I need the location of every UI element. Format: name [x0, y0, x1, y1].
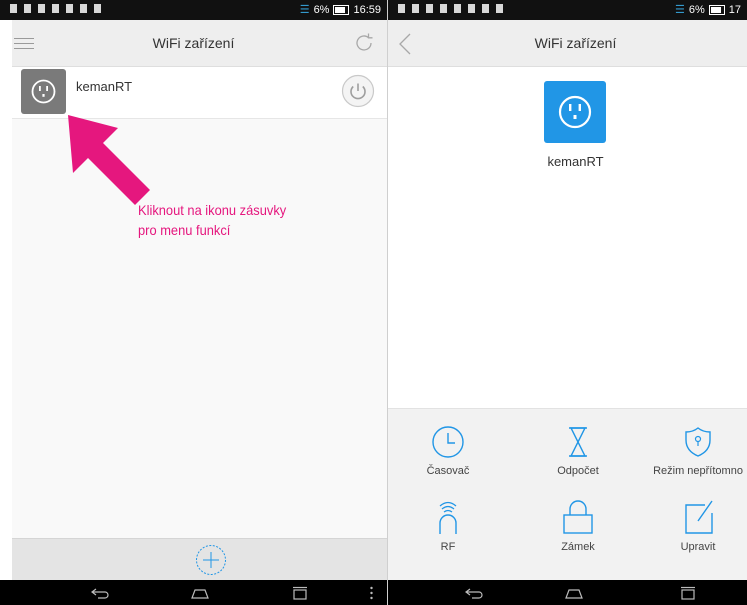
recents-nav-icon[interactable] — [678, 586, 698, 600]
status-time: 16:59 — [353, 3, 381, 16]
status-bar: ☰ 6% 17 — [388, 0, 747, 20]
device-detail-screen: ☰ 6% 17 WiFi zařízení kemanRT Časovač Od… — [388, 0, 747, 605]
rf-signal-icon — [439, 501, 457, 534]
status-time: 17 — [728, 3, 741, 16]
battery-icon — [333, 4, 350, 15]
edit-button[interactable]: Upravit — [638, 497, 747, 553]
battery-icon — [708, 4, 725, 15]
back-nav-icon[interactable] — [90, 586, 110, 600]
function-grid: Časovač Odpočet Režim nepřítomno RF Záme… — [388, 408, 747, 581]
countdown-label: Odpočet — [557, 465, 599, 477]
app-bar: WiFi zařízení — [0, 20, 387, 67]
hourglass-icon — [569, 427, 587, 457]
clock-icon — [432, 426, 464, 458]
away-mode-button[interactable]: Režim nepřítomno — [638, 425, 747, 477]
home-nav-icon[interactable] — [564, 586, 584, 600]
overflow-menu-icon[interactable] — [370, 586, 373, 600]
battery-percent: 6% — [688, 3, 705, 16]
annotation-line-2: pro menu funkcí — [138, 222, 231, 238]
annotation-arrow — [68, 115, 150, 205]
annotation-text: Kliknout na ikonu zásuvky pro menu funkc… — [138, 200, 331, 240]
countdown-button[interactable]: Odpočet — [518, 425, 638, 477]
bottom-bar — [12, 538, 387, 581]
app-bar: WiFi zařízení — [388, 20, 747, 67]
edit-icon — [685, 500, 713, 534]
battery-percent: 6% — [313, 3, 330, 16]
away-mode-label: Režim nepřítomno — [653, 465, 743, 477]
socket-icon[interactable] — [544, 81, 606, 143]
home-nav-icon[interactable] — [190, 586, 210, 600]
notification-icons — [398, 4, 503, 13]
page-title: WiFi zařízení — [534, 35, 617, 51]
page-title: WiFi zařízení — [152, 35, 235, 51]
device-name: kemanRT — [547, 154, 604, 169]
lock-label: Zámek — [561, 541, 595, 553]
add-icon[interactable] — [195, 544, 227, 576]
lock-icon — [563, 500, 593, 534]
power-icon[interactable] — [341, 74, 375, 108]
left-edge — [0, 20, 12, 580]
notification-icons — [10, 4, 101, 13]
rf-button[interactable]: RF — [388, 497, 508, 553]
wifi-icon: ☰ — [299, 4, 310, 16]
status-bar: ☰ 6% 16:59 — [0, 0, 387, 20]
device-list-screen: ☰ 6% 16:59 WiFi zařízení kemanRT Kliknou… — [0, 0, 388, 605]
annotation-line-1: Kliknout na ikonu zásuvky — [138, 202, 287, 218]
edit-label: Upravit — [680, 541, 716, 553]
socket-icon[interactable] — [21, 69, 66, 114]
recents-nav-icon[interactable] — [290, 586, 310, 600]
refresh-icon[interactable] — [353, 32, 375, 54]
timer-label: Časovač — [426, 465, 470, 477]
shield-icon — [685, 427, 711, 457]
back-nav-icon[interactable] — [464, 586, 484, 600]
wifi-icon: ☰ — [674, 4, 685, 16]
timer-button[interactable]: Časovač — [388, 425, 508, 477]
rf-label: RF — [440, 541, 456, 553]
system-nav-bar — [0, 580, 387, 605]
lock-button[interactable]: Zámek — [518, 497, 638, 553]
device-name: kemanRT — [76, 79, 133, 94]
system-nav-bar — [388, 580, 747, 605]
